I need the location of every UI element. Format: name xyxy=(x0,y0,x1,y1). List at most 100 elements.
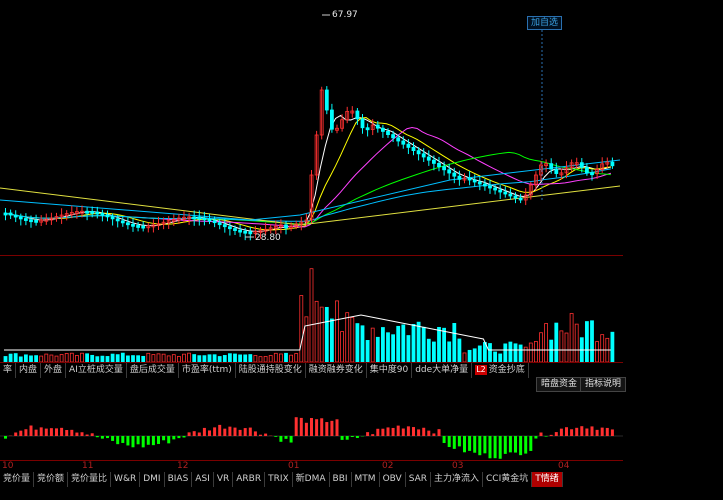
indicator-tab[interactable]: SAR xyxy=(406,472,431,487)
indicator-bar xyxy=(539,432,543,436)
volume-indicator-tab-label: 率 xyxy=(3,365,13,375)
indicator-tab[interactable]: W&R xyxy=(111,472,141,487)
indicator-tab-label: CCI黄金坑 xyxy=(486,474,529,484)
indicator-bar xyxy=(565,427,568,436)
volume-indicator-tab[interactable]: 外盘 xyxy=(41,363,67,378)
indicator-bar xyxy=(90,433,94,436)
volume-indicator-tab[interactable]: 盘后成交量 xyxy=(127,363,179,378)
indicator-tab[interactable]: ASI xyxy=(192,472,214,487)
candlestick xyxy=(421,153,426,158)
volume-indicator-tab[interactable]: AI立桩成交量 xyxy=(66,363,127,378)
candlestick xyxy=(136,225,141,228)
indicator-bar xyxy=(146,436,150,445)
indicator-tab[interactable]: 竞价额 xyxy=(34,472,69,487)
candlestick xyxy=(442,166,447,171)
volume-bar xyxy=(23,354,28,363)
volume-bar xyxy=(192,354,197,363)
volume-bar xyxy=(564,332,569,363)
volume-bar xyxy=(518,344,523,363)
volume-bar xyxy=(447,341,452,363)
volume-bar xyxy=(477,345,482,363)
volume-indicator-tab[interactable]: 融资融券变化 xyxy=(306,363,367,378)
indicator-bar xyxy=(483,436,487,454)
indicator-bar xyxy=(610,429,614,436)
indicator-tab[interactable]: DMI xyxy=(140,472,165,487)
candlestick xyxy=(508,193,513,197)
price-chart[interactable] xyxy=(0,0,623,255)
candlestick xyxy=(513,195,518,199)
indicator-tab[interactable]: TRIX xyxy=(265,472,293,487)
volume-indicator-tab[interactable]: dde大单净量 xyxy=(412,363,473,378)
date-tick-label: 03 xyxy=(452,461,464,471)
volume-bar xyxy=(64,353,69,363)
indicator-bar xyxy=(304,422,308,436)
volume-indicator-tab[interactable]: 陆股通持股变化 xyxy=(236,363,306,378)
candlestick xyxy=(8,212,13,216)
indicator-bar xyxy=(141,436,145,448)
indicator-bar xyxy=(447,436,451,448)
volume-bar xyxy=(569,313,574,363)
volume-bar xyxy=(161,353,166,363)
indicator-tab[interactable]: BIAS xyxy=(165,472,193,487)
indicator-tab-label: W&R xyxy=(114,474,137,484)
indicator-tab[interactable]: OBV xyxy=(380,472,406,487)
volume-indicator-tab[interactable]: 集中度90 xyxy=(367,363,413,378)
indicator-bar xyxy=(197,432,201,436)
indicator-tab-label: ARBR xyxy=(236,474,262,484)
indicator-tab[interactable]: T情绪 xyxy=(532,472,563,487)
indicator-tab[interactable]: 竞价量比 xyxy=(68,472,112,487)
volume-indicator-tab[interactable]: 内盘 xyxy=(16,363,42,378)
indicator-bar xyxy=(519,436,523,456)
candlestick xyxy=(105,214,110,218)
indicator-bar xyxy=(85,434,89,436)
indicator-bar xyxy=(39,427,43,436)
candlestick xyxy=(197,216,202,220)
volume-bar xyxy=(80,352,84,363)
volume-bar xyxy=(421,326,426,363)
indicator-bar xyxy=(259,434,262,436)
candlestick xyxy=(222,224,227,228)
indicator-tab[interactable]: 竞价量 xyxy=(0,472,35,487)
indicator-bar xyxy=(34,429,38,436)
volume-bar xyxy=(227,353,232,363)
indicator-bar xyxy=(381,428,385,436)
volume-indicator-tab[interactable]: 市盈率(ttm) xyxy=(179,363,236,378)
candlestick xyxy=(110,216,115,220)
volume-bar xyxy=(233,353,237,363)
indicator-tab[interactable]: 新DMA xyxy=(293,472,330,487)
indicator-bar xyxy=(14,432,18,436)
candlestick xyxy=(498,189,503,193)
volume-bar xyxy=(590,320,594,363)
indicator-bar xyxy=(208,430,211,436)
volume-bar xyxy=(187,352,192,363)
indicator-bar xyxy=(95,436,99,438)
add-to-watchlist-button[interactable]: 加自选 xyxy=(527,16,563,30)
indicator-tab[interactable]: CCI黄金坑 xyxy=(483,472,533,487)
indicator-bar xyxy=(187,432,191,436)
indicator-tab-label: SAR xyxy=(408,474,427,484)
indicator-tab[interactable]: 主力净流入 xyxy=(431,472,484,487)
candlestick xyxy=(34,219,38,223)
price-low-label: 28.80 xyxy=(255,233,281,243)
candlestick xyxy=(585,167,589,174)
indicator-tab[interactable]: ARBR xyxy=(233,472,266,487)
indicator-tab[interactable]: BBI xyxy=(330,472,352,487)
indicator-tab[interactable]: MTM xyxy=(352,472,380,487)
indicator-bar xyxy=(192,431,196,436)
volume-indicator-tab[interactable]: 率 xyxy=(0,363,17,378)
indicator-chart[interactable] xyxy=(0,390,623,460)
indicator-bar xyxy=(238,429,242,436)
volume-bar xyxy=(289,354,294,363)
indicator-bar xyxy=(136,436,140,445)
indicator-tab-label: OBV xyxy=(382,474,402,484)
volume-bar xyxy=(554,322,559,363)
indicator-bar xyxy=(310,418,313,436)
volume-chart[interactable] xyxy=(0,255,623,363)
indicator-tab-label: MTM xyxy=(354,474,376,484)
candlestick xyxy=(126,222,130,226)
indicator-bar xyxy=(549,434,553,436)
indicator-bar xyxy=(366,432,370,436)
indicator-tab[interactable]: VR xyxy=(214,472,234,487)
candlestick xyxy=(90,210,95,214)
volume-indicator-tab[interactable]: L2 资金抄底 xyxy=(472,363,529,378)
